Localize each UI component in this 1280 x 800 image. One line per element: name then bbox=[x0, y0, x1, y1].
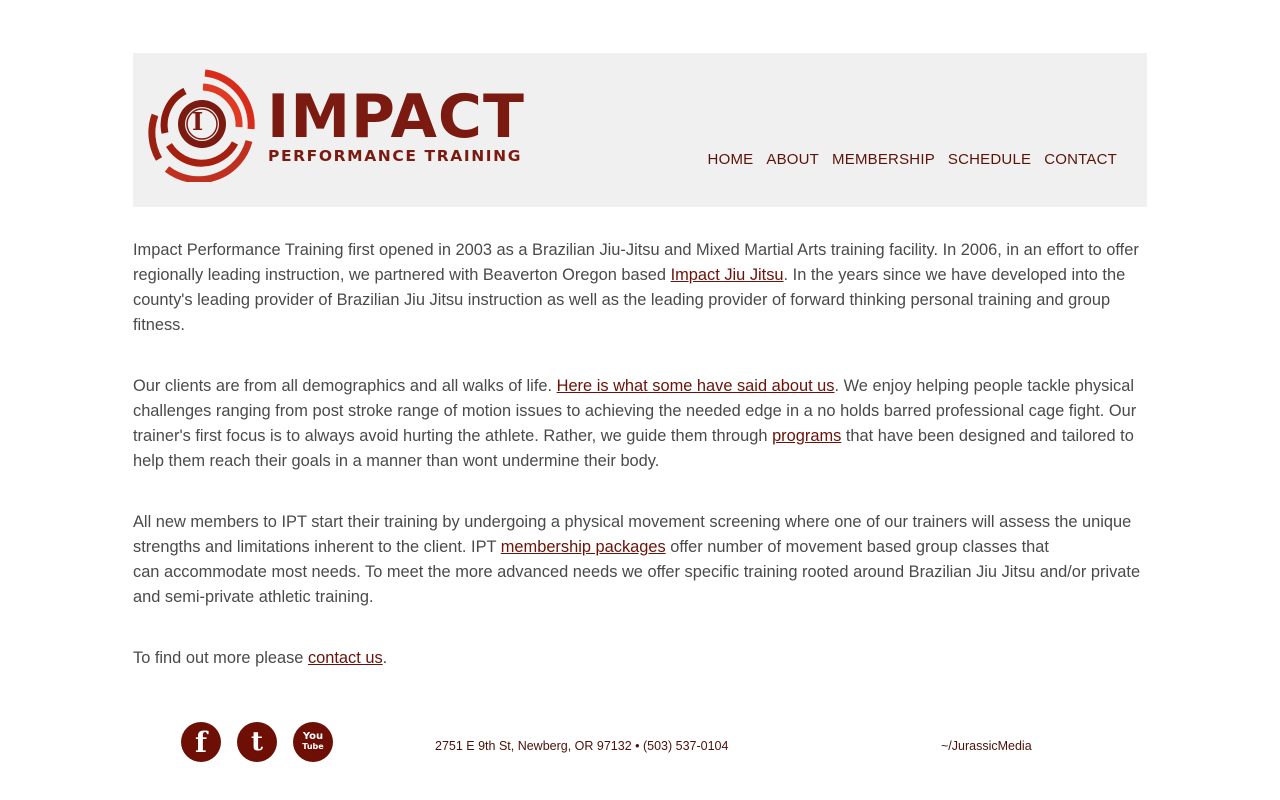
logo-mark-letter: I bbox=[192, 107, 204, 136]
contact-text-b: . bbox=[382, 649, 388, 667]
intro-paragraph: Impact Performance Training first opened… bbox=[133, 238, 1143, 338]
main-content: Impact Performance Training first opened… bbox=[133, 238, 1143, 707]
impact-jiu-jitsu-link[interactable]: Impact Jiu Jitsu bbox=[671, 266, 784, 284]
nav-schedule[interactable]: SCHEDULE bbox=[948, 151, 1031, 168]
membership-paragraph: All new members to IPT start their train… bbox=[133, 510, 1143, 610]
membership-text-c: can accommodate most needs. To meet the … bbox=[133, 563, 1141, 606]
main-nav: HOME ABOUT MEMBERSHIP SCHEDULE CONTACT bbox=[708, 151, 1117, 168]
nav-contact[interactable]: CONTACT bbox=[1044, 151, 1117, 168]
membership-text-b: offer number of movement based group cla… bbox=[665, 538, 1049, 556]
contact-text-a: To find out more please bbox=[133, 649, 308, 667]
youtube-glyph-bottom: Tube bbox=[302, 742, 324, 751]
footer-credit-link[interactable]: ~/JurassicMedia bbox=[941, 739, 1032, 753]
facebook-glyph: f bbox=[194, 725, 208, 759]
contact-us-link[interactable]: contact us bbox=[308, 649, 383, 667]
clients-text-a: Our clients are from all demographics an… bbox=[133, 377, 557, 395]
clients-paragraph: Our clients are from all demographics an… bbox=[133, 374, 1143, 474]
footer-address: 2751 E 9th St, Newberg, OR 97132 • (503)… bbox=[435, 739, 729, 753]
nav-about[interactable]: ABOUT bbox=[766, 151, 819, 168]
facebook-icon[interactable]: f bbox=[181, 722, 221, 762]
twitter-icon[interactable]: t bbox=[237, 722, 277, 762]
youtube-icon[interactable]: You Tube bbox=[293, 722, 333, 762]
twitter-glyph: t bbox=[250, 727, 263, 757]
site-logo[interactable]: I IMPACT PERFORMANCE TRAINING bbox=[147, 67, 557, 182]
site-footer: f t You Tube 2751 E 9th St, Newberg, OR … bbox=[133, 722, 1147, 766]
membership-packages-link[interactable]: membership packages bbox=[501, 538, 666, 556]
youtube-glyph-top: You bbox=[302, 731, 324, 742]
programs-link[interactable]: programs bbox=[772, 427, 841, 445]
logo-title: IMPACT bbox=[267, 82, 525, 152]
contact-paragraph: To find out more please contact us. bbox=[133, 646, 1143, 671]
site-header: I IMPACT PERFORMANCE TRAINING HOME ABOUT… bbox=[133, 53, 1147, 207]
testimonials-link[interactable]: Here is what some have said about us bbox=[557, 377, 835, 395]
logo-subtitle: PERFORMANCE TRAINING bbox=[268, 147, 523, 165]
nav-membership[interactable]: MEMBERSHIP bbox=[832, 151, 935, 168]
nav-home[interactable]: HOME bbox=[708, 151, 754, 168]
